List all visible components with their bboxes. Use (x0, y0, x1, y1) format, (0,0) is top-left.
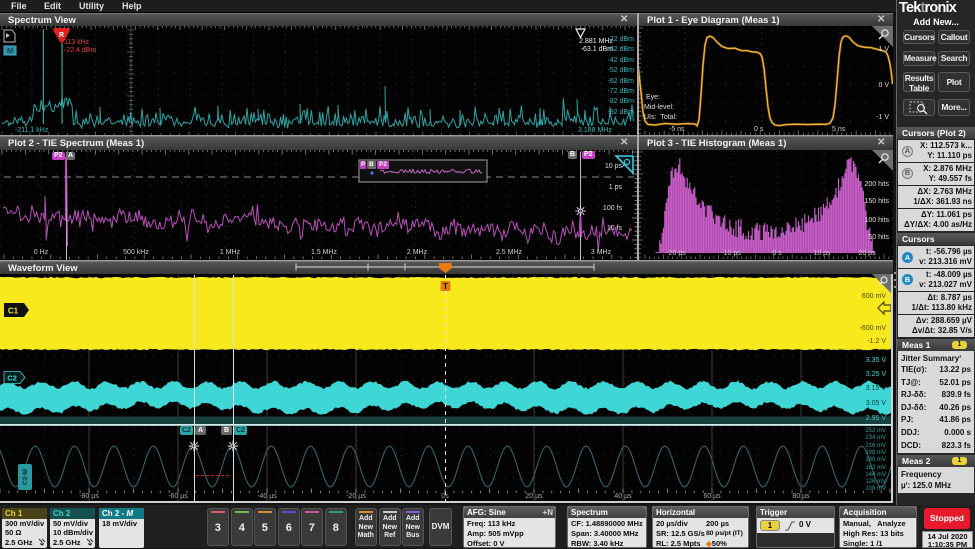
svg-text:T: T (443, 282, 448, 291)
svg-text:M: M (7, 48, 13, 55)
svg-text:C2: C2 (7, 374, 17, 383)
svg-text:C2-M: C2-M (22, 469, 29, 485)
svg-text:C1: C1 (8, 307, 19, 316)
svg-text:R: R (59, 32, 64, 39)
